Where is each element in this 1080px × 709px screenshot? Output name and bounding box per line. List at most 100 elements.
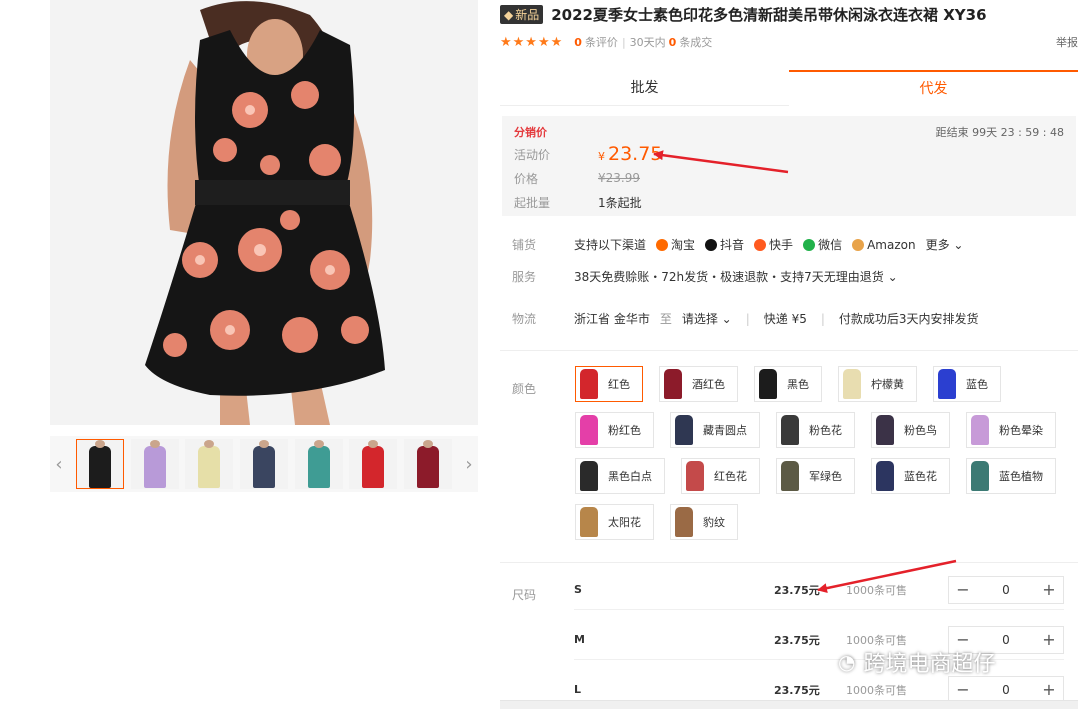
wechat-logo-icon: ◔ [838,650,856,674]
thumbnail[interactable] [76,439,124,489]
color-label: 颜色 [512,382,537,396]
wechat-icon [803,238,816,251]
thumbnail[interactable] [349,439,398,489]
tab-dropship[interactable]: 代发 [789,70,1078,106]
channel-label: 微信 [818,238,843,252]
color-option[interactable]: 军绿色 [776,458,855,494]
quantity-input[interactable]: 0 [977,683,1035,697]
color-option-label: 酒红色 [692,378,725,391]
color-option[interactable]: 柠檬黄 [838,366,917,402]
bottom-bar [500,700,1078,709]
size-name: L [574,683,582,696]
report-link[interactable]: 举报 [1056,34,1078,50]
color-swatch-image [781,415,799,445]
divider-bar: | [820,311,825,326]
rating-separator: | [621,35,626,49]
thumbnail[interactable] [294,439,343,489]
color-swatch-image [580,507,598,537]
plus-icon[interactable]: + [1035,630,1063,649]
color-swatch-image [843,369,861,399]
size-name: M [574,633,585,646]
color-option[interactable]: 太阳花 [575,504,654,540]
thumbnail-dress-image [416,440,439,488]
channel-taobao[interactable]: 淘宝 [656,236,695,253]
days-label: 30天内 [629,36,666,49]
thumbnail[interactable] [185,439,234,489]
color-swatch-image [971,461,989,491]
channel-douyin[interactable]: 抖音 [705,236,744,253]
size-price: 23.75元 [774,683,820,697]
chevron-left-icon[interactable]: ‹ [50,436,68,492]
color-option[interactable]: 红色 [575,366,643,402]
service-value[interactable]: 38天免费赊账・72h发货・极速退款・支持7天无理由退货 ⌄ [574,268,898,285]
color-swatch-image [759,369,777,399]
reviews-label[interactable]: 条评价 [585,34,618,50]
color-option-label: 粉色鸟 [904,424,937,437]
color-swatch-image [876,415,894,445]
more-channels-button[interactable]: 更多 ⌄ [926,236,964,253]
channel-wechat[interactable]: 微信 [803,236,842,253]
product-title: 2022夏季女士素色印花多色清新甜美吊带休闲泳衣连衣裙 XY36 [551,6,987,24]
color-option[interactable]: 粉色鸟 [871,412,950,448]
color-option[interactable]: 蓝色 [933,366,1001,402]
color-option-label: 黑色 [787,378,809,391]
new-badge: ◆ 新品 [500,5,544,24]
color-option[interactable]: 粉色晕染 [966,412,1056,448]
color-option-label: 太阳花 [608,516,641,529]
channel-amazon[interactable]: Amazon [852,238,916,252]
product-main-image[interactable] [50,0,478,425]
minus-icon[interactable]: − [949,580,977,599]
watermark-text: 跨境电商超仔 [863,652,996,677]
thumbnail[interactable] [130,439,179,489]
activity-price: ¥23.75 [598,143,662,165]
minus-icon[interactable]: − [949,680,977,699]
amazon-icon [852,238,865,251]
section-divider [500,562,1078,563]
ship-to-label: 至 [659,312,672,326]
quantity-input[interactable]: 0 [977,583,1035,597]
size-stock: 1000条可售 [846,683,907,697]
color-swatch-image [938,369,956,399]
color-option[interactable]: 蓝色花 [871,458,950,494]
color-option[interactable]: 豹纹 [670,504,738,540]
currency-symbol: ¥ [598,150,605,163]
star-rating-icon: ★★★★★ [500,34,564,50]
color-option[interactable]: 粉红色 [575,412,654,448]
plus-icon[interactable]: + [1035,580,1063,599]
size-name: S [574,583,582,596]
moq-label: 起批量 [514,195,551,210]
size-price: 23.75元 [774,583,820,597]
color-option-label: 粉红色 [608,424,641,437]
ship-note: 付款成功后3天内安排发货 [838,312,979,326]
thumbnail-dress-image [89,440,111,488]
channel-kuaishou[interactable]: 快手 [754,236,793,253]
deals-count: 0 [668,35,677,49]
color-option[interactable]: 粉色花 [776,412,855,448]
taobao-icon [656,238,669,251]
activity-price-value: 23.75 [608,143,663,165]
tab-wholesale[interactable]: 批发 [500,70,789,106]
quantity-input[interactable]: 0 [977,633,1035,647]
thumbnail[interactable] [403,439,452,489]
color-option[interactable]: 藏青圆点 [670,412,760,448]
deals-label: 条成交 [679,36,713,49]
color-option-label: 柠檬黄 [871,378,904,391]
original-price: ¥23.99 [598,171,640,185]
kuaishou-icon [754,238,767,251]
ship-from: 浙江省 金华市 [574,312,650,326]
color-option[interactable]: 黑色 [754,366,822,402]
chevron-right-icon[interactable]: › [460,436,478,492]
reviews-count: 0 [574,35,582,49]
new-badge-label: 新品 [515,8,540,22]
thumbnail[interactable] [239,439,288,489]
plus-icon[interactable]: + [1035,680,1063,699]
thumbnail-dress-image [307,440,330,488]
color-option[interactable]: 酒红色 [659,366,738,402]
ship-to-select[interactable]: 请选择 ⌄ [682,310,732,327]
thumbnail-list [68,439,460,489]
size-price: 23.75元 [774,633,820,647]
thumbnail-dress-image [362,440,385,488]
color-option[interactable]: 蓝色植物 [966,458,1056,494]
color-option[interactable]: 黑色白点 [575,458,665,494]
color-option[interactable]: 红色花 [681,458,760,494]
